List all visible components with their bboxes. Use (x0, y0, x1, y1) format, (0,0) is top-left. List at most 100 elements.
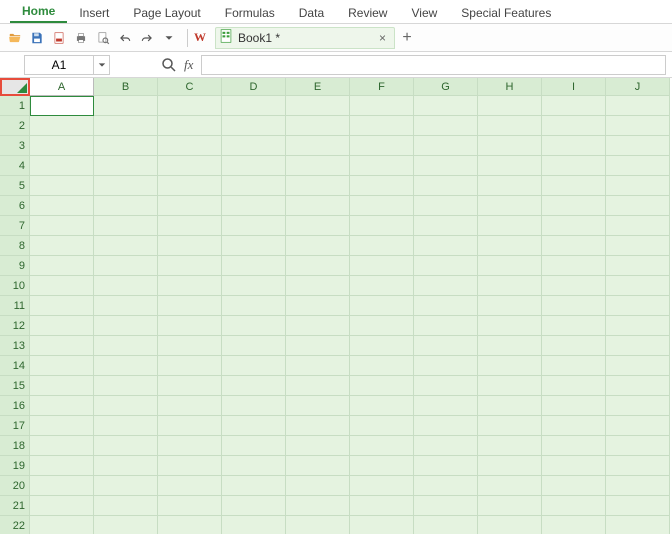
cell[interactable] (158, 316, 222, 336)
cell[interactable] (414, 336, 478, 356)
column-header[interactable]: A (30, 78, 94, 96)
cell[interactable] (350, 376, 414, 396)
cell[interactable] (350, 236, 414, 256)
cell[interactable] (286, 116, 350, 136)
cell[interactable] (478, 356, 542, 376)
cell[interactable] (414, 276, 478, 296)
column-header[interactable]: J (606, 78, 670, 96)
row-header[interactable]: 9 (0, 256, 30, 276)
cell[interactable] (606, 276, 670, 296)
cell[interactable] (158, 456, 222, 476)
cell[interactable] (414, 476, 478, 496)
cell[interactable] (350, 436, 414, 456)
cell[interactable] (94, 96, 158, 116)
row-header[interactable]: 8 (0, 236, 30, 256)
cell[interactable] (30, 176, 94, 196)
cell[interactable] (350, 516, 414, 534)
cell[interactable] (414, 376, 478, 396)
cell[interactable] (606, 476, 670, 496)
cell[interactable] (30, 196, 94, 216)
cell[interactable] (94, 436, 158, 456)
column-header[interactable]: I (542, 78, 606, 96)
row-header[interactable]: 18 (0, 436, 30, 456)
cell[interactable] (606, 356, 670, 376)
cell[interactable] (542, 436, 606, 456)
cell[interactable] (478, 216, 542, 236)
cell[interactable] (94, 356, 158, 376)
cell[interactable] (478, 176, 542, 196)
undo-icon[interactable] (116, 29, 134, 47)
cell[interactable] (158, 156, 222, 176)
cell[interactable] (94, 396, 158, 416)
cell[interactable] (478, 416, 542, 436)
cell[interactable] (286, 316, 350, 336)
cell[interactable] (158, 476, 222, 496)
ribbon-tab-insert[interactable]: Insert (67, 2, 121, 23)
cell[interactable] (94, 416, 158, 436)
cell[interactable] (542, 456, 606, 476)
cell[interactable] (542, 156, 606, 176)
cell[interactable] (286, 496, 350, 516)
cell[interactable] (222, 316, 286, 336)
cell[interactable] (158, 356, 222, 376)
cell[interactable] (542, 236, 606, 256)
cell[interactable] (30, 476, 94, 496)
cell[interactable] (478, 456, 542, 476)
cell[interactable] (94, 256, 158, 276)
cell[interactable] (222, 296, 286, 316)
cell[interactable] (542, 176, 606, 196)
cell[interactable] (350, 316, 414, 336)
ribbon-tab-view[interactable]: View (399, 2, 449, 23)
cell[interactable] (606, 256, 670, 276)
formula-bar-input[interactable] (201, 55, 666, 75)
cell[interactable] (414, 396, 478, 416)
cell[interactable] (94, 376, 158, 396)
row-header[interactable]: 22 (0, 516, 30, 534)
row-header[interactable]: 16 (0, 396, 30, 416)
cell[interactable] (286, 276, 350, 296)
cell[interactable] (30, 236, 94, 256)
cell[interactable] (350, 276, 414, 296)
cell[interactable] (286, 436, 350, 456)
cell[interactable] (222, 196, 286, 216)
cell[interactable] (94, 216, 158, 236)
cell[interactable] (414, 236, 478, 256)
export-pdf-icon[interactable] (50, 29, 68, 47)
cell[interactable] (222, 516, 286, 534)
cell[interactable] (158, 216, 222, 236)
cell[interactable] (606, 416, 670, 436)
cell[interactable] (94, 336, 158, 356)
row-header[interactable]: 3 (0, 136, 30, 156)
cell[interactable] (158, 236, 222, 256)
cell[interactable] (478, 476, 542, 496)
cell[interactable] (222, 336, 286, 356)
cell[interactable] (158, 416, 222, 436)
cell[interactable] (94, 156, 158, 176)
cell[interactable] (478, 96, 542, 116)
cell[interactable] (94, 476, 158, 496)
cell[interactable] (478, 136, 542, 156)
ribbon-tab-review[interactable]: Review (336, 2, 399, 23)
new-document-tab-button[interactable]: + (395, 29, 419, 47)
cell[interactable] (414, 96, 478, 116)
cell[interactable] (158, 196, 222, 216)
cell[interactable] (350, 96, 414, 116)
cell[interactable] (222, 136, 286, 156)
cell[interactable] (350, 496, 414, 516)
cell[interactable] (478, 116, 542, 136)
cell[interactable] (350, 116, 414, 136)
cell[interactable] (30, 216, 94, 236)
document-tab-close-icon[interactable]: × (377, 31, 388, 45)
cell[interactable] (94, 196, 158, 216)
cell[interactable] (542, 256, 606, 276)
cell[interactable] (350, 216, 414, 236)
row-header[interactable]: 2 (0, 116, 30, 136)
cell[interactable] (286, 236, 350, 256)
cell[interactable] (94, 116, 158, 136)
cell[interactable] (158, 496, 222, 516)
cell[interactable] (30, 296, 94, 316)
cell[interactable] (286, 156, 350, 176)
column-header[interactable]: C (158, 78, 222, 96)
cell[interactable] (606, 136, 670, 156)
document-tab[interactable]: Book1 * × (215, 27, 395, 49)
